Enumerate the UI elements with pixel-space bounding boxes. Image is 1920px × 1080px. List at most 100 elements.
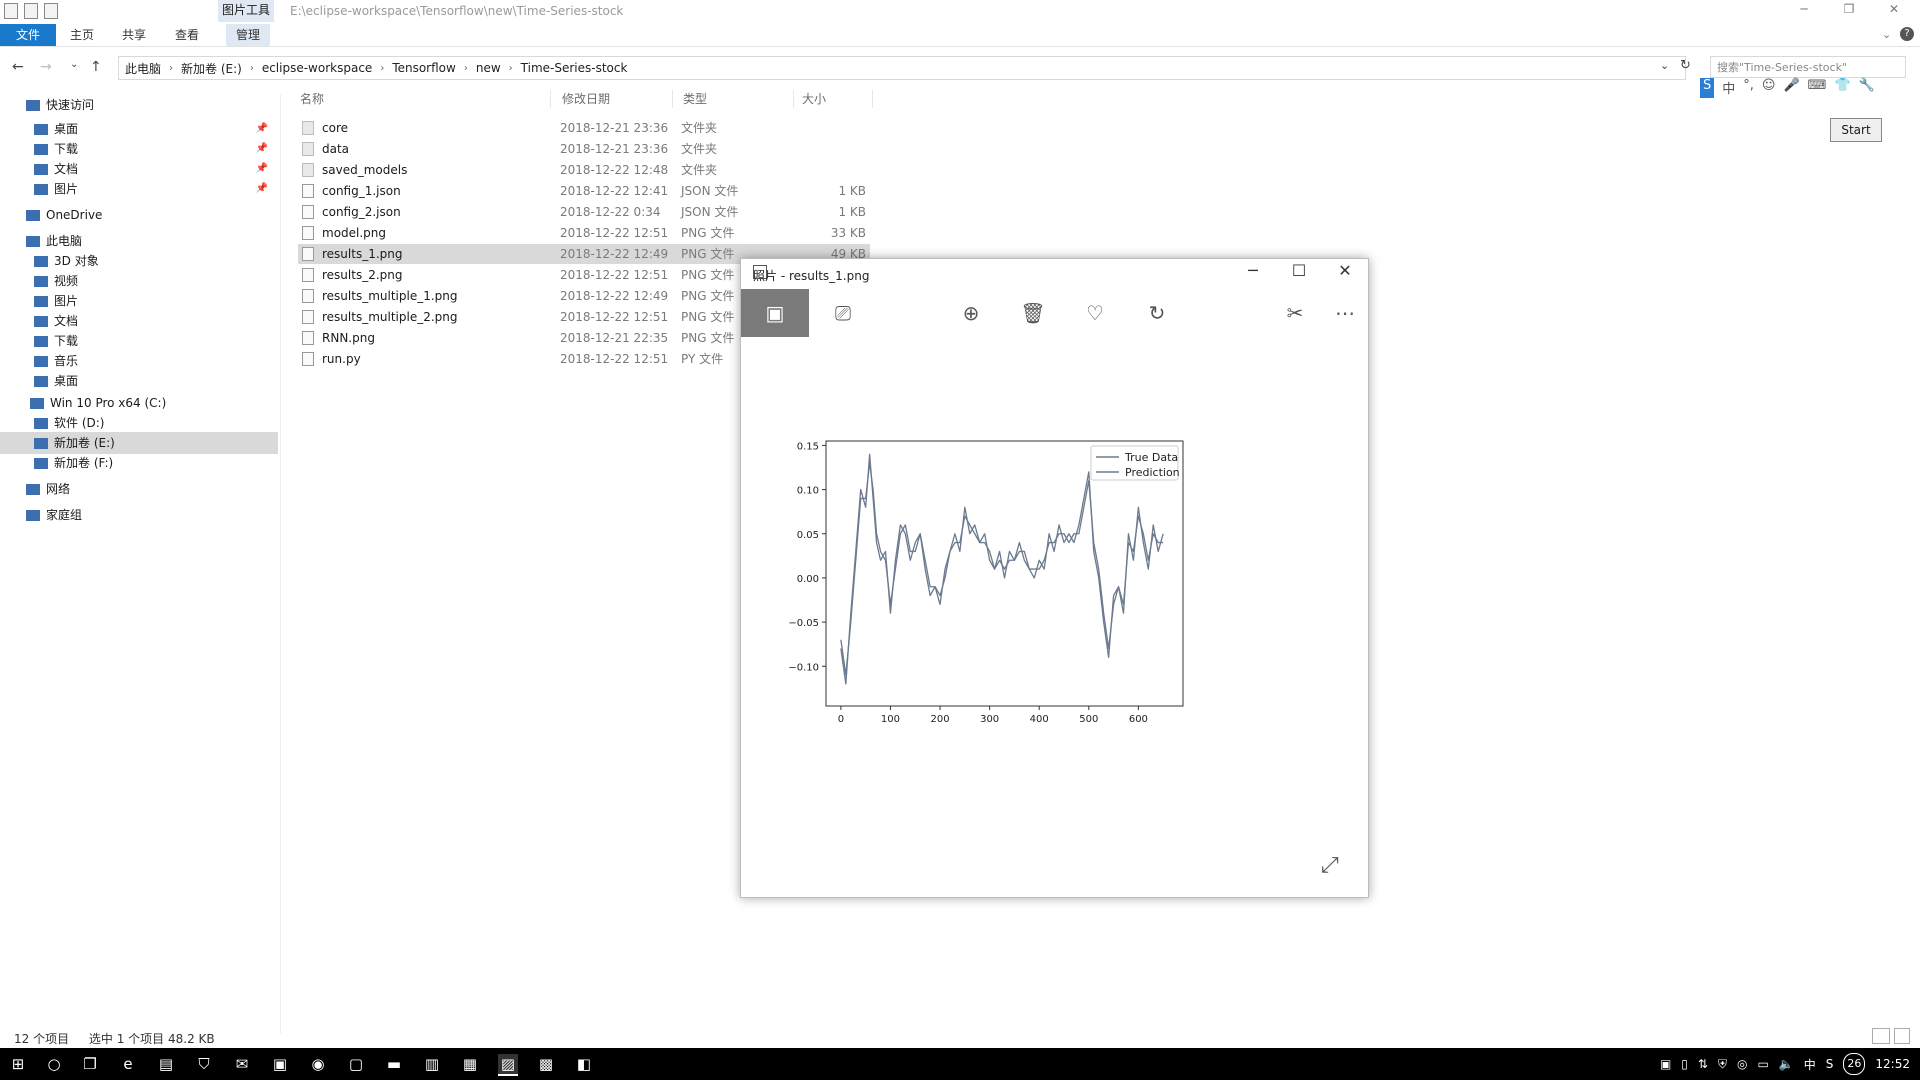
rotate-icon[interactable]: ↻ [1123,289,1191,337]
back-icon[interactable]: ← [12,59,24,75]
photos-maximize-icon[interactable]: ☐ [1289,261,1309,280]
nav-item[interactable]: 家庭组 [0,504,278,526]
emoji-icon[interactable]: ☺ [1762,78,1776,98]
nav-item[interactable]: OneDrive [0,204,278,226]
clock[interactable]: 12:52 [1875,1057,1910,1071]
help-icon[interactable]: ? [1900,27,1914,41]
file-explorer-icon[interactable]: ▤ [156,1054,176,1074]
forward-icon[interactable]: → [40,59,52,75]
tray-app-icon[interactable]: ▣ [1660,1057,1671,1071]
favorite-icon[interactable]: ♡ [1061,289,1129,337]
nav-item[interactable]: Win 10 Pro x64 (C:) [0,392,278,414]
column-header-size[interactable]: 大小 [800,90,873,108]
app-icon-2[interactable]: ▢ [346,1054,366,1074]
customize-qat-icon[interactable] [44,3,58,19]
column-header-name[interactable]: 名称 [298,90,551,108]
recent-locations-icon[interactable]: ⌄ [70,59,78,70]
address-dropdown-icon[interactable]: ⌄ [1660,59,1669,72]
tray-sync-icon[interactable]: ⇅ [1698,1057,1708,1071]
nav-item[interactable]: 网络 [0,478,278,500]
nav-item[interactable]: 视频 [0,270,278,292]
zoom-icon[interactable]: ⊕ [937,289,1005,337]
more-options-icon[interactable]: ⋯ [1311,289,1379,337]
ime-lang[interactable]: 中 [1722,78,1735,98]
column-header-type[interactable]: 类型 [681,90,794,108]
details-view-icon[interactable] [1872,1028,1890,1044]
nav-item[interactable]: 新加卷 (E:) [0,432,278,454]
skin-icon[interactable]: 👕 [1834,78,1850,98]
file-row[interactable]: model.png 2018-12-22 12:51 PNG 文件 33 KB [298,223,870,243]
file-row[interactable]: config_1.json 2018-12-22 12:41 JSON 文件 1 KB [298,181,870,201]
breadcrumb-tensorflow[interactable]: Tensorflow [386,61,462,75]
sogou-logo-icon[interactable]: S [1700,78,1715,98]
close-icon[interactable]: ✕ [1885,2,1903,16]
delete-icon[interactable]: 🗑 [999,289,1067,337]
tools-icon[interactable]: 🔧 [1859,78,1875,98]
defender-icon[interactable]: ⛨ [1718,1057,1727,1072]
breadcrumb-this-pc[interactable]: 此电脑 [119,60,167,77]
new-folder-icon[interactable] [24,3,38,19]
photos-minimize-icon[interactable]: ─ [1243,261,1263,280]
nav-item[interactable]: 图片 [0,290,278,312]
mail-icon[interactable]: ✉ [232,1054,252,1074]
file-row[interactable]: core 2018-12-21 23:36 文件夹 [298,118,870,138]
app-icon-3[interactable]: ▬ [384,1054,404,1074]
store-icon[interactable]: ⛉ [194,1054,214,1074]
breadcrumb-drive-e[interactable]: 新加卷 (E:) [175,60,248,77]
network-icon[interactable]: ◎ [1737,1057,1747,1071]
windows-start-icon[interactable]: ⊞ [8,1054,28,1074]
large-icons-view-icon[interactable] [1894,1028,1910,1044]
volume-icon[interactable]: 🔈 [1779,1057,1794,1071]
file-row[interactable]: config_2.json 2018-12-22 0:34 JSON 文件 1 KB [298,202,870,222]
ime-tray-icon[interactable]: S [1826,1057,1834,1071]
breadcrumb-new[interactable]: new [470,61,507,75]
nav-item[interactable]: 快速访问 [0,94,278,116]
nav-item[interactable]: 下载 📌 [0,138,278,160]
chrome-icon[interactable]: ◉ [308,1054,328,1074]
photos-taskbar-icon[interactable]: ▨ [498,1054,518,1076]
address-bar[interactable]: 此电脑 › 新加卷 (E:) › eclipse-workspace › Tensor… [118,56,1686,80]
app-icon-7[interactable]: ◧ [574,1054,594,1074]
nav-item[interactable]: 新加卷 (F:) [0,452,278,474]
display-icon[interactable]: ▭ [1757,1057,1768,1071]
file-row[interactable]: saved_models 2018-12-22 12:48 文件夹 [298,160,870,180]
voice-icon[interactable]: 🎤 [1783,78,1799,98]
nav-item[interactable]: 下载 [0,330,278,352]
breadcrumb-eclipse-workspace[interactable]: eclipse-workspace [256,61,378,75]
nav-item[interactable]: 软件 (D:) [0,412,278,434]
nav-item[interactable]: 图片 📌 [0,178,278,200]
refresh-icon[interactable]: ↻ [1680,58,1691,73]
view-collection-icon[interactable]: ▣ [741,289,809,337]
search-input[interactable]: 搜索"Time-Series-stock" [1710,56,1906,78]
slideshow-icon[interactable]: ⎚ [809,289,877,337]
notification-badge[interactable]: 26 [1843,1053,1866,1075]
keyboard-icon[interactable]: ⌨ [1808,78,1827,98]
nav-item[interactable]: 桌面 📌 [0,118,278,140]
column-header-date[interactable]: 修改日期 [560,90,673,108]
tab-home[interactable]: 主页 [60,24,104,46]
tab-share[interactable]: 共享 [112,24,156,46]
file-row[interactable]: data 2018-12-21 23:36 文件夹 [298,139,870,159]
tab-file[interactable]: 文件 [0,24,56,46]
nav-item[interactable]: 文档 📌 [0,158,278,180]
ribbon-expand-icon[interactable]: ⌄ [1882,28,1891,41]
edge-icon[interactable]: e [118,1054,138,1074]
nav-item[interactable]: 此电脑 [0,230,278,252]
breadcrumb-time-series-stock[interactable]: Time-Series-stock [515,61,634,75]
app-icon-6[interactable]: ▩ [536,1054,556,1074]
nav-item[interactable]: 桌面 [0,370,278,392]
app-icon-1[interactable]: ▣ [270,1054,290,1074]
nav-item[interactable]: 3D 对象 [0,250,278,272]
app-icon-5[interactable]: ▦ [460,1054,480,1074]
task-view-icon[interactable]: ❐ [80,1054,100,1074]
start-button[interactable]: Start [1830,118,1882,142]
restore-icon[interactable]: ❐ [1840,2,1858,16]
nav-item[interactable]: 文档 [0,310,278,332]
app-icon-4[interactable]: ▥ [422,1054,442,1074]
cortana-icon[interactable]: ○ [44,1054,64,1074]
minimize-icon[interactable]: ─ [1795,2,1813,16]
battery-icon[interactable]: ▯ [1681,1057,1688,1071]
properties-icon[interactable] [4,3,18,19]
tab-view[interactable]: 查看 [165,24,209,46]
punctuation-icon[interactable]: °, [1743,78,1754,98]
